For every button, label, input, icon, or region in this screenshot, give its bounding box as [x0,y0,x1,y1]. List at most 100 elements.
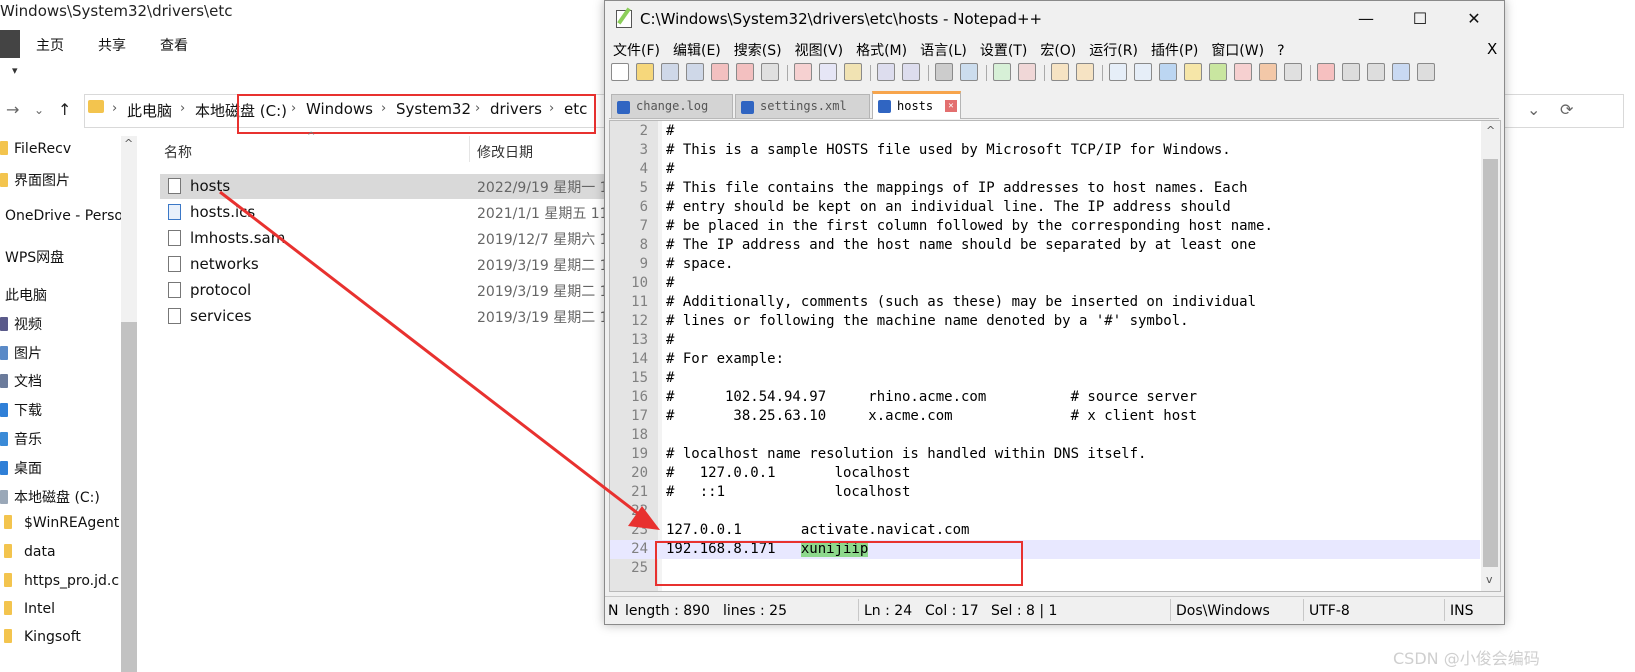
code-line[interactable]: 9 # space. [610,255,1480,274]
code-line[interactable]: 17 # 38.25.63.10 x.acme.com # x client ho… [610,407,1480,426]
file-row-hosts-ics[interactable]: hosts.ics 2021/1/1 星期五 11 [160,200,610,225]
sidebar-item-videos[interactable]: 视频 [0,314,42,334]
breadcrumb-etc[interactable]: etc [564,100,587,118]
zoom-out-icon[interactable] [1018,63,1036,81]
copy-icon[interactable] [819,63,837,81]
breadcrumb-separator-icon[interactable]: › [549,101,554,116]
scroll-up-icon[interactable]: ^ [1486,124,1495,137]
column-header-name[interactable]: 名称 [164,142,192,162]
ribbon-tab-share[interactable]: 共享 [98,35,126,55]
print-icon[interactable] [761,63,779,81]
breadcrumb-separator-icon[interactable]: › [180,101,185,116]
new-file-icon[interactable] [611,63,629,81]
play-macro-icon[interactable] [1367,63,1385,81]
sidebar-item-intel[interactable]: Intel [4,601,55,617]
code-line[interactable]: 24 192.168.8.171 xunijiip [610,540,1480,559]
close-icon[interactable]: ✕ [1451,5,1497,33]
code-line[interactable]: 5 # This file contains the mappings of IP… [610,179,1480,198]
breadcrumb-separator-icon[interactable]: › [381,101,386,116]
word-wrap-icon[interactable] [1109,63,1127,81]
code-line[interactable]: 23 127.0.0.1 activate.navicat.com [610,521,1480,540]
code-line[interactable]: 16 # 102.54.94.97 rhino.acme.com # source… [610,388,1480,407]
status-encoding[interactable]: UTF-8 [1309,603,1350,619]
stop-macro-icon[interactable] [1342,63,1360,81]
menu-search[interactable]: 搜索(S) [734,43,782,59]
file-row-services[interactable]: services 2019/3/19 星期二 1 [160,304,610,329]
sidebar-item-ui-images[interactable]: 界面图片 [0,170,70,190]
code-line[interactable]: 20 # 127.0.0.1 localhost [610,464,1480,483]
sync-horizontal-icon[interactable] [1076,63,1094,81]
paste-icon[interactable] [844,63,862,81]
function-list-icon[interactable] [1234,63,1252,81]
menu-run[interactable]: 运行(R) [1089,43,1138,59]
minimize-icon[interactable]: — [1343,5,1389,33]
forward-arrow-icon[interactable]: → [6,100,19,119]
menu-help[interactable]: ? [1277,43,1284,59]
address-dropdown-icon[interactable]: ⌄ [1527,100,1540,119]
code-line[interactable]: 7 # be placed in the first column followe… [610,217,1480,236]
breadcrumb-windows[interactable]: Windows [306,100,373,118]
sync-vertical-icon[interactable] [1051,63,1069,81]
code-line[interactable]: 25 [610,559,1480,578]
menu-plugins[interactable]: 插件(P) [1151,43,1198,59]
breadcrumb-separator-icon[interactable]: › [291,101,296,116]
code-line[interactable]: 22 [610,502,1480,521]
breadcrumb-drivers[interactable]: drivers [490,100,542,118]
status-insert-mode[interactable]: INS [1450,603,1474,619]
ribbon-expand-chevron-icon[interactable]: ▾ [12,64,18,77]
menu-format[interactable]: 格式(M) [856,43,907,59]
sidebar-item-kingsoft[interactable]: Kingsoft [4,629,81,645]
sidebar-item-wps[interactable]: WPS网盘 [5,247,64,267]
sidebar-item-music[interactable]: 音乐 [0,429,42,449]
breadcrumb-system32[interactable]: System32 [396,100,471,118]
close-tab-icon[interactable]: ✕ [945,100,957,112]
sidebar-item-downloads[interactable]: 下载 [0,400,42,420]
menu-file[interactable]: 文件(F) [613,43,660,59]
redo-icon[interactable] [902,63,920,81]
sidebar-item-data[interactable]: data [4,544,56,560]
close-file-icon[interactable] [711,63,729,81]
menu-edit[interactable]: 编辑(E) [673,43,721,59]
recent-chevron-icon[interactable]: ⌄ [34,103,44,117]
file-row-hosts[interactable]: hosts 2022/9/19 星期一 1 [160,174,610,199]
code-line[interactable]: 3 # This is a sample HOSTS file used by M… [610,141,1480,160]
maximize-icon[interactable]: ☐ [1397,5,1443,33]
show-all-chars-icon[interactable] [1134,63,1152,81]
doc-map-icon[interactable] [1209,63,1227,81]
sidebar-item-desktop[interactable]: 桌面 [0,458,42,478]
code-line[interactable]: 19 # localhost name resolution is handled… [610,445,1480,464]
code-line[interactable]: 18 [610,426,1480,445]
save-icon[interactable] [661,63,679,81]
sidebar-item-this-pc[interactable]: 此电脑 [5,285,47,305]
editor-scrollbar-thumb[interactable] [1483,159,1498,567]
text-editor[interactable]: 2 #3 # This is a sample HOSTS file used by… [609,120,1501,592]
breadcrumb-separator-icon[interactable]: › [112,101,117,116]
breadcrumb-separator-icon[interactable]: › [475,101,480,116]
cut-icon[interactable] [794,63,812,81]
close-all-icon[interactable] [736,63,754,81]
code-line[interactable]: 13 # [610,331,1480,350]
open-file-icon[interactable] [636,63,654,81]
scroll-down-icon[interactable]: v [1486,573,1493,586]
sidebar-item-onedrive[interactable]: OneDrive - Perso [5,208,123,224]
tab-change-log[interactable]: change.log [611,94,733,118]
save-macro-icon[interactable] [1417,63,1435,81]
code-line[interactable]: 2 # [610,122,1480,141]
run-macro-multiple-icon[interactable] [1392,63,1410,81]
ribbon-tab-home[interactable]: 主页 [36,35,64,55]
code-line[interactable]: 15 # [610,369,1480,388]
code-line[interactable]: 12 # lines or following the machine name … [610,312,1480,331]
code-line[interactable]: 14 # For example: [610,350,1480,369]
record-macro-icon[interactable] [1317,63,1335,81]
find-icon[interactable] [935,63,953,81]
tab-hosts[interactable]: hosts ✕ [872,91,961,119]
tab-settings-xml[interactable]: settings.xml [735,94,870,118]
replace-icon[interactable] [960,63,978,81]
column-divider[interactable] [469,136,470,162]
sidebar-item-pictures[interactable]: 图片 [0,343,42,363]
scroll-up-icon[interactable]: ^ [124,137,133,150]
sidebar-item-filerecv[interactable]: FileRecv [0,141,71,157]
undo-icon[interactable] [877,63,895,81]
code-line[interactable]: 6 # entry should be kept on an individual… [610,198,1480,217]
code-line[interactable]: 11 # Additionally, comments (such as thes… [610,293,1480,312]
